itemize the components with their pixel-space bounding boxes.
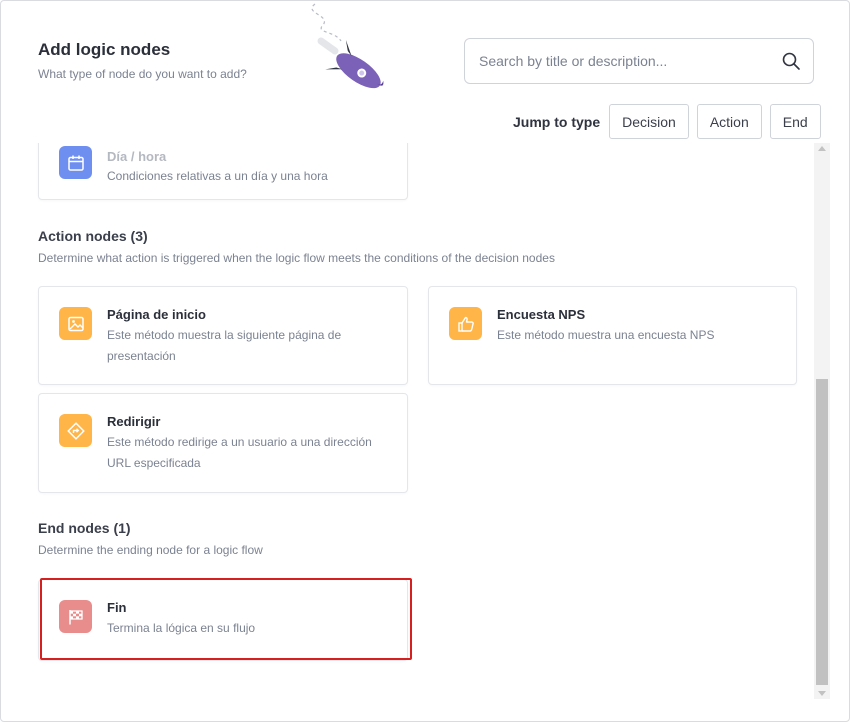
rocket-illustration-icon [311,3,384,89]
search-icon[interactable] [781,51,801,71]
node-name: Página de inicio [107,307,206,322]
end-section-title: End nodes (1) [38,520,131,536]
node-card-fin[interactable]: Fin Termina la lógica en su flujo [38,579,408,661]
checkered-flag-icon [68,609,83,624]
node-icon-bg [59,146,92,179]
node-icon-bg [449,307,482,340]
jump-action-button[interactable]: Action [696,104,762,139]
end-section-subtitle: Determine the ending node for a logic fl… [38,543,263,557]
node-description: Termina la lógica en su flujo [107,621,256,635]
node-card-dia-hora[interactable]: Día / hora Condiciones relativas a un dí… [38,143,408,200]
jump-to-type-label: Jump to type [513,113,601,130]
node-description: Este método muestra la siguiente página … [107,328,342,363]
search-input[interactable] [479,39,779,83]
jump-to-type-bar: Jump to type Decision Action End [513,104,821,139]
calendar-icon [67,155,84,171]
image-icon [67,316,84,331]
node-description: Este método redirige a un usuario a una … [107,435,372,470]
scrollbar-thumb[interactable] [816,379,828,685]
dialog-subtitle: What type of node do you want to add? [38,67,247,81]
search-box[interactable] [464,38,814,84]
node-icon-bg [59,307,92,340]
redirect-icon [66,421,85,440]
node-description: Condiciones relativas a un día y una hor… [107,169,328,183]
action-section-subtitle: Determine what action is triggered when … [38,251,555,265]
node-description: Este método muestra una encuesta NPS [497,328,715,342]
jump-end-button[interactable]: End [769,104,821,139]
node-name: Redirigir [107,414,161,429]
node-card-encuesta-nps[interactable]: Encuesta NPS Este método muestra una enc… [428,286,797,385]
dialog-title: Add logic nodes [38,40,171,59]
node-list[interactable]: Día / hora Condiciones relativas a un dí… [1,143,813,703]
vertical-scrollbar[interactable] [814,143,830,699]
action-section-title: Action nodes (3) [38,228,148,244]
node-name: Encuesta NPS [497,307,586,322]
thumbs-up-icon [457,316,474,332]
add-logic-nodes-dialog: Add logic nodes What type of node do you… [0,0,850,722]
scroll-up-icon[interactable] [818,146,826,151]
scroll-down-icon[interactable] [818,691,826,696]
jump-decision-button[interactable]: Decision [609,104,689,139]
node-card-pagina-de-inicio[interactable]: Página de inicio Este método muestra la … [38,286,408,385]
node-card-redirigir[interactable]: Redirigir Este método redirige a un usua… [38,393,408,493]
node-icon-bg [59,600,92,633]
node-name: Día / hora [107,149,167,164]
node-icon-bg [59,414,92,447]
node-name: Fin [107,600,127,615]
